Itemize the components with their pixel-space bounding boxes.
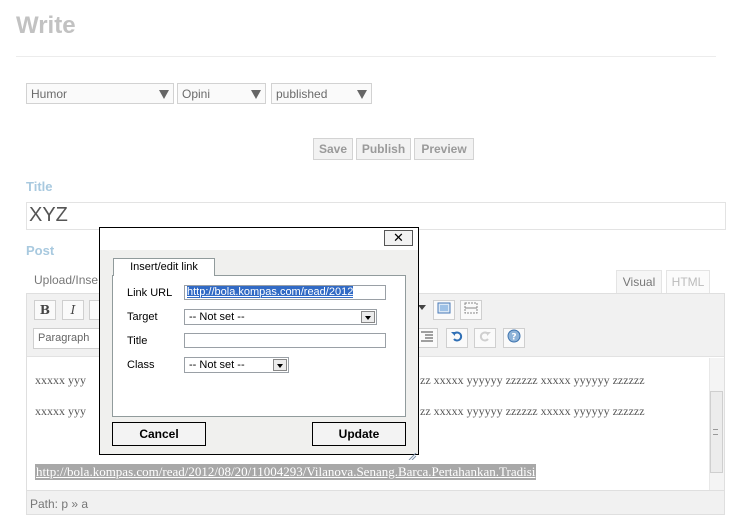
content-line-1-right: zz xxxxx yyyyyy zzzzzz xxxxx yyyyyy zzzz… [420, 373, 645, 387]
content-line-2-left: xxxxx yyy [35, 404, 86, 418]
post-label: Post [26, 243, 55, 258]
link-url-value: http://bola.kompas.com/read/2012 [187, 286, 354, 298]
status-select-value: published [276, 87, 328, 101]
redo-icon[interactable] [474, 328, 496, 348]
bold-button[interactable]: B [34, 300, 56, 320]
path-text: Path: p » a [30, 497, 89, 511]
title-input[interactable]: XYZ [26, 202, 726, 230]
save-button[interactable]: Save [313, 138, 353, 160]
target-select[interactable]: -- Not set -- [184, 309, 377, 325]
selected-link-text[interactable]: http://bola.kompas.com/read/2012/08/20/1… [35, 464, 537, 480]
upload-insert-link[interactable]: Upload/Inse [34, 273, 98, 287]
title-field-input[interactable] [184, 333, 386, 348]
indent-icon[interactable] [416, 328, 438, 348]
category-select-value: Humor [31, 87, 68, 101]
chevron-down-icon [273, 359, 287, 371]
content-line-1-left: xxxxx yyy [35, 373, 86, 387]
toolbar-button-partial[interactable] [89, 300, 99, 320]
path-bar [26, 491, 725, 515]
tab-html[interactable]: HTML [666, 270, 710, 294]
type-select-value: Opini [182, 87, 211, 101]
class-select[interactable]: -- Not set -- [184, 357, 289, 373]
close-button[interactable]: ✕ [384, 230, 413, 246]
chevron-down-icon [361, 311, 375, 323]
preview-button[interactable]: Preview [414, 138, 474, 160]
italic-button[interactable]: I [62, 300, 84, 320]
type-select[interactable]: Opini [177, 83, 266, 104]
title-field-label: Title [127, 335, 148, 347]
link-url-label: Link URL [127, 287, 173, 299]
tab-visual[interactable]: Visual [616, 270, 662, 294]
resize-grip-icon[interactable] [407, 447, 417, 461]
update-button[interactable]: Update [312, 422, 406, 446]
content-line-2-right: zz xxxxx yyyyyy zzzzzz xxxxx yyyyyy zzzz… [420, 404, 645, 418]
page-title: Write [16, 12, 76, 39]
class-label: Class [127, 359, 155, 371]
dialog-titlebar [100, 228, 418, 250]
chevron-down-icon [159, 90, 169, 99]
help-icon[interactable]: ? [503, 328, 525, 348]
undo-icon[interactable] [446, 328, 468, 348]
svg-text:?: ? [511, 333, 516, 343]
class-select-value: -- Not set -- [189, 359, 245, 371]
tab-insert-edit-link[interactable]: Insert/edit link [113, 258, 215, 276]
target-select-value: -- Not set -- [189, 311, 245, 323]
status-select[interactable]: published [271, 83, 372, 104]
publish-button[interactable]: Publish [356, 138, 411, 160]
category-select[interactable]: Humor [26, 83, 174, 104]
title-label: Title [26, 179, 53, 194]
title-divider [16, 56, 716, 57]
insert-image-button[interactable] [433, 300, 455, 320]
cancel-button[interactable]: Cancel [112, 422, 206, 446]
link-url-input[interactable]: http://bola.kompas.com/read/2012 [184, 285, 386, 300]
grip-icon [713, 429, 718, 435]
chevron-down-icon [251, 90, 261, 99]
target-label: Target [127, 311, 158, 323]
chevron-down-icon[interactable] [418, 305, 426, 310]
close-icon: ✕ [393, 230, 404, 245]
chevron-down-icon [357, 90, 367, 99]
insert-more-button[interactable] [460, 300, 482, 320]
